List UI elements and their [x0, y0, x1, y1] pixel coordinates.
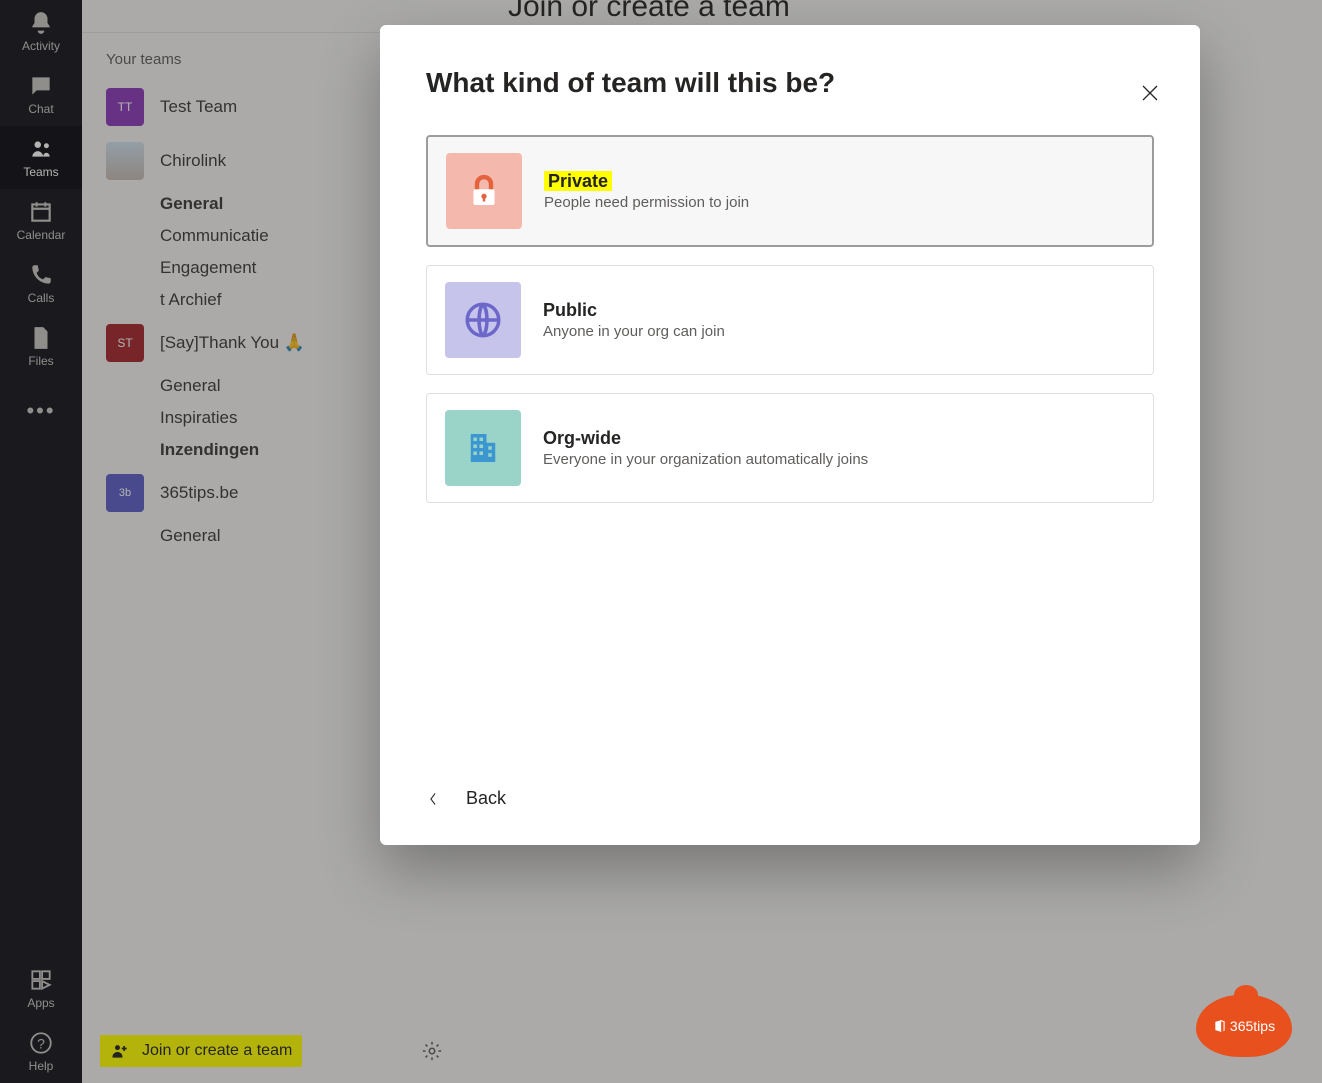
option-orgwide[interactable]: Org-wide Everyone in your organization a… — [426, 393, 1154, 503]
back-button[interactable]: Back — [426, 788, 506, 809]
team-kind-modal: What kind of team will this be? Private … — [380, 25, 1200, 845]
globe-icon — [445, 282, 521, 358]
team-kind-options: Private People need permission to join P… — [426, 135, 1154, 503]
option-desc: Anyone in your org can join — [543, 323, 725, 340]
building-icon — [445, 410, 521, 486]
option-title: Private — [544, 171, 612, 191]
back-label: Back — [466, 788, 506, 809]
option-desc: People need permission to join — [544, 194, 749, 211]
option-title: Public — [543, 300, 725, 321]
option-public[interactable]: Public Anyone in your org can join — [426, 265, 1154, 375]
close-icon — [1140, 83, 1160, 103]
option-title: Org-wide — [543, 428, 868, 449]
option-private[interactable]: Private People need permission to join — [426, 135, 1154, 247]
office-icon — [1213, 1019, 1227, 1033]
watermark-label: 365tips — [1230, 1018, 1275, 1034]
close-button[interactable] — [1130, 73, 1170, 113]
watermark-365tips: 365tips — [1196, 995, 1292, 1057]
lock-icon — [446, 153, 522, 229]
modal-title: What kind of team will this be? — [426, 67, 1154, 99]
chevron-left-icon — [426, 792, 440, 806]
option-desc: Everyone in your organization automatica… — [543, 451, 868, 468]
